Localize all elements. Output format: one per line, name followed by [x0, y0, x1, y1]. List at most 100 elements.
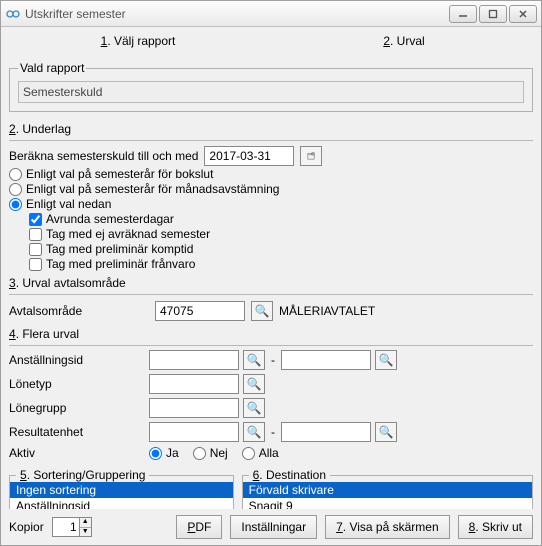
dash2: - — [269, 425, 277, 439]
vald-rapport-field — [18, 81, 524, 103]
resultatenhet-from-lookup[interactable]: 🔍 — [243, 422, 265, 442]
aktiv-alla-label: Alla — [259, 446, 279, 460]
spin-down[interactable]: ▼ — [80, 528, 91, 537]
lonetyp-input[interactable] — [149, 374, 239, 394]
maximize-button[interactable] — [479, 5, 507, 23]
group-flera-urval: Anställningsid 🔍 - 🔍 Lönetyp 🔍 Lönegrupp… — [9, 350, 533, 460]
installningar-button[interactable]: Inställningar — [230, 515, 317, 539]
tab-bar: 1. Välj rapport 2. Urval — [1, 27, 541, 55]
avtal-title-text: . Urval avtalsområde — [16, 276, 126, 290]
spin-up[interactable]: ▲ — [80, 518, 91, 528]
legend-vald-rapport: Vald rapport — [18, 61, 86, 75]
underlag-accel: 2 — [9, 122, 16, 136]
anstallningsid-to[interactable] — [281, 350, 371, 370]
opt-manadsavst-label: Enligt val på semesterår för månadsavstä… — [26, 182, 279, 196]
kopior-label: Kopior — [9, 520, 44, 534]
aktiv-nej-label: Nej — [210, 446, 228, 460]
avtalsomrade-name: MÅLERIAVTALET — [279, 304, 375, 318]
calc-date-input[interactable] — [204, 146, 294, 166]
lonetyp-label: Lönetyp — [9, 377, 149, 391]
opt-val-nedan-label: Enligt val nedan — [26, 197, 111, 211]
cb-avrunda[interactable]: Avrunda semesterdagar — [29, 212, 174, 226]
kopior-spinner[interactable]: ▲▼ — [52, 517, 92, 537]
avtalsomrade-input[interactable] — [155, 301, 245, 321]
aktiv-ja[interactable]: Ja — [149, 446, 179, 460]
cb-franvaro[interactable]: Tag med preliminär frånvaro — [29, 257, 195, 271]
list-item[interactable]: Anställningsid — [10, 498, 233, 509]
tab-valj-rapport[interactable]: 1. Välj rapport — [9, 30, 267, 52]
list-item[interactable]: Snagit 9 — [243, 498, 532, 509]
list-item[interactable]: Ingen sortering — [10, 482, 233, 498]
calendar-button[interactable] — [300, 146, 322, 166]
cb-komptid[interactable]: Tag med preliminär komptid — [29, 242, 193, 256]
lonetyp-lookup[interactable]: 🔍 — [243, 374, 265, 394]
resultatenhet-to[interactable] — [281, 422, 371, 442]
lonegrupp-lookup[interactable]: 🔍 — [243, 398, 265, 418]
visa-text: . Visa på skärmen — [343, 520, 439, 534]
legend-sortering: 5. Sortering/Gruppering — [16, 468, 149, 482]
skrivut-button[interactable]: 8. Skriv ut — [458, 515, 533, 539]
lonegrupp-input[interactable] — [149, 398, 239, 418]
close-button[interactable] — [509, 5, 537, 23]
bottom-bar: Kopior ▲▼ PDF Inställningar 7. Visa på s… — [1, 509, 541, 545]
group-vald-rapport: Vald rapport — [9, 61, 533, 112]
cb-komptid-label: Tag med preliminär komptid — [46, 242, 193, 256]
sortering-accel: 5 — [20, 468, 27, 482]
window-buttons — [449, 5, 537, 23]
section-flera-title: 4. Flera urval — [9, 327, 533, 341]
sortering-title-text: . Sortering/Gruppering — [27, 468, 146, 482]
window-title: Utskrifter semester — [25, 7, 449, 21]
opt-bokslut-label: Enligt val på semesterår för bokslut — [26, 167, 213, 181]
flera-accel: 4 — [9, 327, 16, 341]
cb-ej-avraknad-label: Tag med ej avräknad semester — [46, 227, 210, 241]
visa-button[interactable]: 7. Visa på skärmen — [325, 515, 450, 539]
dash: - — [269, 353, 277, 367]
avtal-accel: 3 — [9, 276, 16, 290]
cb-franvaro-label: Tag med preliminär frånvaro — [46, 257, 195, 271]
underlag-title-text: . Underlag — [16, 122, 71, 136]
pdf-button[interactable]: PDF — [176, 515, 222, 539]
cb-ej-avraknad[interactable]: Tag med ej avräknad semester — [29, 227, 210, 241]
aktiv-nej[interactable]: Nej — [193, 446, 228, 460]
visa-accel: 7 — [336, 520, 343, 534]
sortering-listbox[interactable]: Ingen sortering Anställningsid Namn Pers… — [10, 482, 233, 509]
section-avtal-title: 3. Urval avtalsområde — [9, 276, 533, 290]
flera-title-text: . Flera urval — [16, 327, 79, 341]
resultatenhet-from[interactable] — [149, 422, 239, 442]
list-item[interactable]: Förvald skrivare — [243, 482, 532, 498]
aktiv-label: Aktiv — [9, 446, 149, 460]
group-destination: 6. Destination Förvald skrivare Snagit 9… — [242, 468, 533, 509]
tab2-accel: 2 — [383, 34, 390, 48]
app-window: Utskrifter semester 1. Välj rapport 2. U… — [0, 0, 542, 546]
app-icon — [5, 6, 21, 22]
aktiv-alla[interactable]: Alla — [242, 446, 279, 460]
divider-flera — [9, 345, 533, 346]
anstallningsid-from[interactable] — [149, 350, 239, 370]
avtalsomrade-lookup[interactable]: 🔍 — [251, 301, 273, 321]
resultatenhet-to-lookup[interactable]: 🔍 — [375, 422, 397, 442]
tab2-label: . Urval — [390, 34, 425, 48]
opt-val-nedan[interactable]: Enligt val nedan — [9, 197, 111, 211]
tab1-label: . Välj rapport — [107, 34, 175, 48]
destination-listbox[interactable]: Förvald skrivare Snagit 9 Send To OneNot… — [243, 482, 532, 509]
pdf-rest: DF — [195, 520, 211, 534]
cb-avrunda-label: Avrunda semesterdagar — [46, 212, 174, 226]
minimize-button[interactable] — [449, 5, 477, 23]
tab-urval[interactable]: 2. Urval — [275, 30, 533, 52]
group-sortering: 5. Sortering/Gruppering Ingen sortering … — [9, 468, 234, 509]
skriv-text: . Skriv ut — [475, 520, 522, 534]
resultatenhet-label: Resultatenhet — [9, 425, 149, 439]
anstallningsid-from-lookup[interactable]: 🔍 — [243, 350, 265, 370]
aktiv-ja-label: Ja — [166, 446, 179, 460]
opt-bokslut[interactable]: Enligt val på semesterår för bokslut — [9, 167, 213, 181]
section-underlag-title: 2. Underlag — [9, 122, 533, 136]
opt-manadsavst[interactable]: Enligt val på semesterår för månadsavstä… — [9, 182, 279, 196]
group-underlag: Beräkna semesterskuld till och med Enlig… — [9, 145, 533, 272]
avtalsomrade-label: Avtalsområde — [9, 304, 149, 318]
lonegrupp-label: Lönegrupp — [9, 401, 149, 415]
anstallningsid-label: Anställningsid — [9, 353, 149, 367]
anstallningsid-to-lookup[interactable]: 🔍 — [375, 350, 397, 370]
kopior-input[interactable] — [53, 518, 79, 536]
legend-destination: 6. Destination — [249, 468, 330, 482]
destination-title-text: . Destination — [259, 468, 326, 482]
